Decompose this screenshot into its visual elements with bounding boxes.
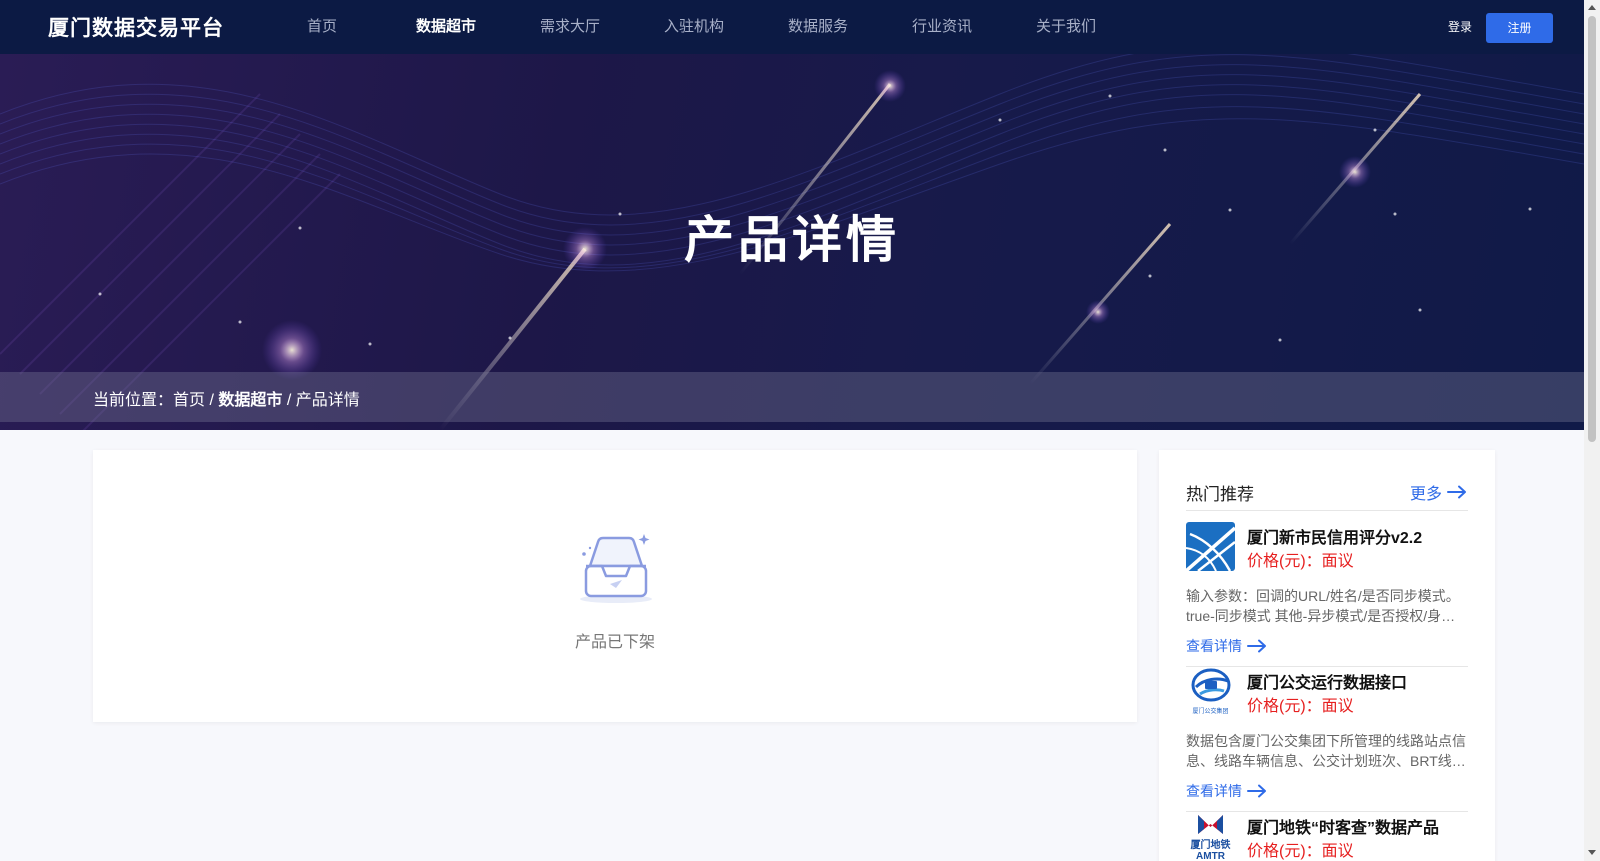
empty-box-icon	[580, 534, 652, 603]
arrow-right-icon	[1447, 485, 1466, 499]
nav-home[interactable]: 首页	[260, 0, 384, 54]
empty-state-text: 产品已下架	[574, 634, 655, 651]
breadcrumb-home[interactable]: 首页	[173, 392, 205, 409]
hero-banner: 产品详情 当前位置：首页 / 数据超市 / 产品详情	[0, 54, 1584, 430]
nav-about-us[interactable]: 关于我们	[1004, 0, 1128, 54]
bus-logo-caption: 厦门公交集团	[1192, 707, 1228, 715]
arrow-right-icon	[1247, 639, 1266, 653]
product-name[interactable]: 厦门公交运行数据接口	[1247, 669, 1407, 693]
breadcrumb-data-market[interactable]: 数据超市	[218, 392, 282, 409]
nav-industry-news[interactable]: 行业资讯	[880, 0, 1004, 54]
page-scrollbar[interactable]	[1584, 0, 1600, 861]
nav-data-market[interactable]: 数据超市	[384, 0, 508, 54]
breadcrumb: 当前位置：首页 / 数据超市 / 产品详情	[93, 386, 360, 410]
product-description: 数据包含厦门公交集团下所管理的线路站点信息、线路车辆信息、公交计划班次、BRT线…	[1186, 733, 1466, 769]
register-button[interactable]: 注册	[1486, 13, 1553, 43]
login-link[interactable]: 登录	[1448, 18, 1472, 35]
product-name[interactable]: 厦门地铁“时客查”数据产品	[1247, 814, 1439, 838]
bus-group-logo-icon: 厦门公交集团	[1186, 667, 1235, 716]
breadcrumb-separator: /	[205, 392, 219, 409]
sidebar-header: 热门推荐 更多	[1186, 478, 1468, 511]
product-price: 价格(元)：面议	[1247, 698, 1354, 715]
product-detail-panel: 产品已下架	[93, 450, 1137, 722]
more-link[interactable]: 更多	[1410, 480, 1468, 504]
metro-logo-caption: 厦门地铁	[1191, 838, 1231, 851]
breadcrumb-separator: /	[282, 392, 296, 409]
metro-logo-icon: 厦门地铁 AMTR	[1186, 812, 1235, 861]
main-nav: 首页 数据超市 需求大厅 入驻机构 数据服务 行业资讯 关于我们	[260, 0, 1128, 54]
page-title: 产品详情	[684, 211, 900, 269]
product-description: 输入参数：回调的URL/姓名/是否同步模式。true-同步模式 其他-异步模式/…	[1186, 588, 1460, 624]
product-name[interactable]: 厦门新市民信用评分v2.2	[1247, 524, 1422, 548]
view-details-label: 查看详情	[1186, 638, 1242, 654]
breadcrumb-prefix: 当前位置：	[93, 392, 174, 409]
nav-demand-hall[interactable]: 需求大厅	[508, 0, 632, 54]
nav-institutions[interactable]: 入驻机构	[632, 0, 756, 54]
arrow-right-icon	[1247, 784, 1266, 798]
cross-road-logo-icon	[1186, 522, 1235, 571]
product-price: 价格(元)：面议	[1247, 843, 1354, 860]
scroll-down-arrow-icon[interactable]	[1588, 850, 1596, 855]
more-label: 更多	[1409, 486, 1442, 503]
hot-recommendations-panel: 热门推荐 更多 厦门新市民信用评分v2.2 价格(元)：面议 输入参数：回调的U…	[1159, 450, 1495, 861]
view-details-label: 查看详情	[1186, 783, 1242, 799]
product-price: 价格(元)：面议	[1247, 553, 1354, 570]
breadcrumb-bar: 当前位置：首页 / 数据超市 / 产品详情	[0, 372, 1584, 422]
view-details-link[interactable]: 查看详情	[1186, 781, 1268, 801]
breadcrumb-current: 产品详情	[295, 392, 360, 409]
metro-logo-caption-en: AMTR	[1196, 851, 1226, 861]
site-logo[interactable]: 厦门数据交易平台	[48, 12, 224, 42]
scrollbar-thumb[interactable]	[1588, 16, 1596, 442]
sidebar-title: 热门推荐	[1186, 485, 1254, 504]
nav-data-services[interactable]: 数据服务	[756, 0, 880, 54]
top-navbar: 厦门数据交易平台 首页 数据超市 需求大厅 入驻机构 数据服务 行业资讯 关于我…	[0, 0, 1584, 54]
view-details-link[interactable]: 查看详情	[1186, 636, 1268, 656]
scroll-up-arrow-icon[interactable]	[1588, 5, 1596, 10]
